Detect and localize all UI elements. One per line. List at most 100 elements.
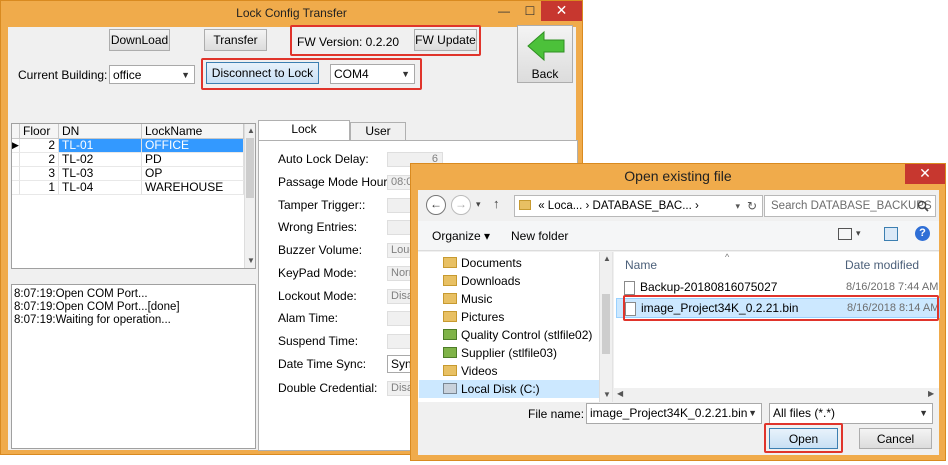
preview-pane-icon[interactable] bbox=[884, 227, 898, 241]
maximize-button[interactable]: ☐ bbox=[520, 3, 540, 21]
chevron-down-icon: ▼ bbox=[181, 70, 190, 80]
nav-item-local-disk[interactable]: Local Disk (C:) bbox=[419, 380, 599, 398]
open-button[interactable]: Open bbox=[769, 428, 838, 449]
chevron-down-icon[interactable]: ▼ bbox=[748, 404, 757, 423]
table-row[interactable]: ▶ 2 TL-01 OFFICE bbox=[12, 139, 244, 153]
nav-item-videos[interactable]: Videos bbox=[443, 362, 497, 380]
download-button[interactable]: DownLoad bbox=[109, 29, 170, 51]
dialog-close-button[interactable]: ✕ bbox=[905, 164, 945, 184]
fw-version-text: FW Version: 0.2.20 bbox=[297, 35, 400, 49]
music-icon bbox=[443, 293, 457, 304]
cell-floor[interactable]: 3 bbox=[20, 167, 59, 181]
cell-lockname[interactable]: OFFICE bbox=[142, 139, 244, 153]
file-type-select[interactable]: All files (*.*) ▼ bbox=[769, 403, 933, 424]
table-row[interactable]: 2 TL-02 PD bbox=[12, 153, 244, 167]
chevron-down-icon[interactable]: ▼ bbox=[603, 390, 611, 399]
disconnect-button[interactable]: Disconnect to Lock bbox=[206, 62, 319, 84]
cell-dn[interactable]: TL-03 bbox=[59, 167, 142, 181]
column-header-name[interactable]: Name bbox=[625, 258, 657, 272]
file-icon bbox=[624, 281, 635, 295]
chevron-left-icon[interactable]: ◀ bbox=[617, 389, 623, 398]
nav-item-label: Videos bbox=[461, 364, 498, 378]
tab-lock-configuration[interactable]: Lock Configuration bbox=[258, 120, 350, 153]
search-input[interactable]: Search DATABASE_BACKUPS bbox=[764, 195, 936, 217]
address-bar[interactable]: « Loca... › DATABASE_BAC... › ▾ ↻ bbox=[514, 195, 763, 217]
building-select[interactable]: office ▼ bbox=[109, 65, 195, 84]
cell-floor[interactable]: 1 bbox=[20, 181, 59, 195]
file-list-hscrollbar[interactable]: ◀ ▶ bbox=[614, 388, 939, 402]
file-name-input[interactable]: image_Project34K_0.2.21.bin ▼ bbox=[586, 403, 762, 424]
nav-item-documents[interactable]: Documents bbox=[443, 254, 522, 272]
address-path[interactable]: « Loca... › DATABASE_BAC... › bbox=[538, 200, 699, 212]
help-icon[interactable]: ? bbox=[915, 226, 930, 241]
file-list-pane[interactable]: Name ^ Date modified Backup-201808160750… bbox=[614, 252, 940, 402]
row-pointer-icon: ▶ bbox=[12, 139, 20, 153]
log-line: 8:07:19:Open COM Port... bbox=[14, 288, 148, 300]
chevron-down-icon[interactable]: ▾ bbox=[856, 228, 861, 239]
cell-dn[interactable]: TL-04 bbox=[59, 181, 142, 195]
back-button[interactable]: Back bbox=[517, 25, 573, 83]
com-port-select[interactable]: COM4 ▼ bbox=[330, 64, 415, 84]
downloads-icon bbox=[443, 275, 457, 286]
grid-header-lockname[interactable]: LockName bbox=[142, 124, 244, 139]
selected-file-highlight bbox=[623, 295, 939, 321]
minimize-button[interactable]: — bbox=[494, 3, 514, 21]
cell-lockname[interactable]: WAREHOUSE bbox=[142, 181, 244, 195]
lock-grid[interactable]: Floor DN LockName ▶ 2 TL-01 OFFICE 2 TL-… bbox=[11, 123, 256, 269]
chevron-up-icon[interactable]: ▲ bbox=[247, 126, 255, 135]
refresh-icon[interactable]: ↻ bbox=[747, 196, 757, 216]
nav-scrollbar[interactable]: ▲ ▼ bbox=[599, 252, 612, 402]
cell-lockname[interactable]: PD bbox=[142, 153, 244, 167]
table-row[interactable]: 3 TL-03 OP bbox=[12, 167, 244, 181]
new-folder-button[interactable]: New folder bbox=[511, 229, 568, 243]
chevron-down-icon[interactable]: ▼ bbox=[247, 256, 255, 265]
column-header-date[interactable]: Date modified bbox=[845, 258, 919, 272]
chevron-down-icon[interactable]: ▾ bbox=[476, 199, 481, 210]
fw-update-button[interactable]: FW Update bbox=[414, 29, 477, 51]
building-value: office bbox=[113, 68, 142, 82]
field-label: Lockout Mode: bbox=[278, 289, 357, 303]
cell-lockname[interactable]: OP bbox=[142, 167, 244, 181]
table-row[interactable]: 1 TL-04 WAREHOUSE bbox=[12, 181, 244, 195]
row-header bbox=[12, 153, 20, 167]
row-header bbox=[12, 167, 20, 181]
nav-item-quality-control[interactable]: Quality Control (stlfile02) bbox=[443, 326, 592, 344]
field-label: Tamper Trigger:: bbox=[278, 198, 366, 212]
grid-header-floor[interactable]: Floor bbox=[20, 124, 59, 139]
open-file-dialog: Open existing file ✕ ← → ▾ ↑ « Loca... ›… bbox=[410, 163, 946, 461]
chevron-right-icon[interactable]: ▶ bbox=[928, 389, 934, 398]
up-folder-icon[interactable]: ↑ bbox=[493, 196, 500, 211]
transfer-button[interactable]: Transfer bbox=[204, 29, 267, 51]
cell-floor[interactable]: 2 bbox=[20, 153, 59, 167]
dialog-toolbar: Organize ▾ New folder ▾ ? bbox=[418, 221, 939, 251]
grid-header-dn[interactable]: DN bbox=[59, 124, 142, 139]
cancel-button[interactable]: Cancel bbox=[859, 428, 932, 449]
tab-user-data[interactable]: User Data bbox=[350, 122, 406, 155]
close-button[interactable]: ✕ bbox=[541, 1, 582, 21]
nav-item-pictures[interactable]: Pictures bbox=[443, 308, 504, 326]
nav-item-downloads[interactable]: Downloads bbox=[443, 272, 520, 290]
sort-ascending-icon: ^ bbox=[725, 252, 730, 262]
current-building-label: Current Building: bbox=[18, 68, 108, 82]
grid-corner bbox=[12, 124, 20, 139]
nav-item-music[interactable]: Music bbox=[443, 290, 492, 308]
field-label: KeyPad Mode: bbox=[278, 266, 357, 280]
search-icon bbox=[917, 200, 929, 212]
scroll-thumb[interactable] bbox=[602, 294, 610, 354]
file-name-value[interactable]: image_Project34K_0.2.21.bin bbox=[590, 406, 747, 420]
view-icon[interactable] bbox=[838, 228, 852, 240]
back-arrow-icon bbox=[527, 30, 565, 62]
cell-dn[interactable]: TL-01 bbox=[59, 139, 142, 153]
chevron-up-icon[interactable]: ▲ bbox=[603, 254, 611, 263]
back-label: Back bbox=[531, 67, 559, 81]
navigation-pane[interactable]: Documents Downloads Music Pictures Quali… bbox=[418, 252, 613, 402]
chevron-down-icon[interactable]: ▾ bbox=[735, 196, 740, 216]
cell-floor[interactable]: 2 bbox=[20, 139, 59, 153]
cell-dn[interactable]: TL-02 bbox=[59, 153, 142, 167]
grid-scrollbar[interactable]: ▲ ▼ bbox=[244, 124, 255, 268]
back-icon[interactable]: ← bbox=[426, 195, 446, 215]
nav-item-supplier[interactable]: Supplier (stlfile03) bbox=[443, 344, 557, 362]
forward-icon[interactable]: → bbox=[451, 195, 471, 215]
scroll-thumb[interactable] bbox=[246, 138, 254, 198]
organize-button[interactable]: Organize ▾ bbox=[432, 229, 490, 243]
